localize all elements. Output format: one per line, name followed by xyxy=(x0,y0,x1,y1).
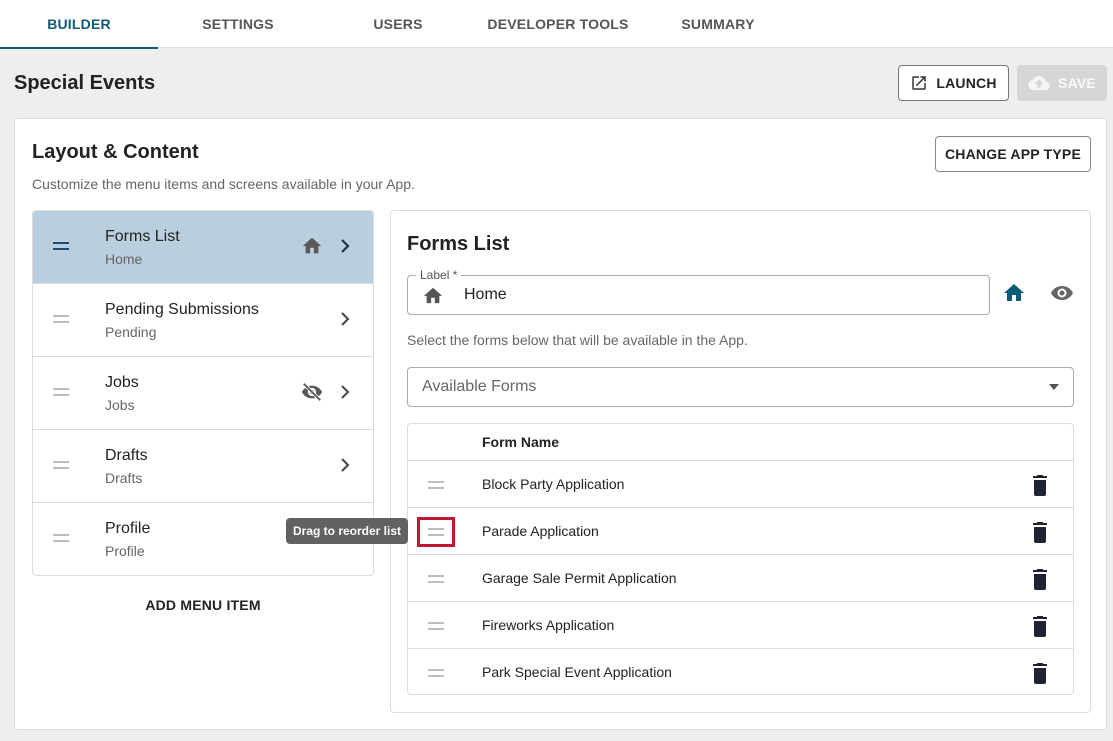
table-row: Garage Sale Permit Application xyxy=(408,555,1073,602)
available-forms-placeholder: Available Forms xyxy=(422,378,537,395)
chevron-right-icon[interactable] xyxy=(337,455,353,475)
table-row: Block Party Application xyxy=(408,461,1073,508)
drag-reorder-tooltip: Drag to reorder list xyxy=(286,518,408,544)
label-field-legend: Label * xyxy=(416,268,462,282)
drag-handle-icon[interactable] xyxy=(53,388,69,396)
trash-icon[interactable] xyxy=(1031,568,1049,590)
forms-table: Form Name Block Party Application Parade… xyxy=(407,423,1074,695)
save-button[interactable]: SAVE xyxy=(1017,65,1107,101)
launch-button[interactable]: LAUNCH xyxy=(898,65,1009,101)
trash-icon[interactable] xyxy=(1031,521,1049,543)
home-icon xyxy=(423,287,443,304)
table-row: Parade Application xyxy=(408,508,1073,555)
menu-item-label: Profile xyxy=(105,520,151,537)
drag-handle-icon[interactable] xyxy=(53,315,69,323)
add-menu-item-button[interactable]: ADD MENU ITEM xyxy=(32,597,374,613)
menu-item-label: Pending Submissions xyxy=(105,301,259,318)
trash-icon[interactable] xyxy=(1031,615,1049,637)
available-forms-select[interactable]: Available Forms xyxy=(407,367,1074,407)
tab-users[interactable]: USERS xyxy=(319,0,477,48)
tab-settings[interactable]: SETTINGS xyxy=(159,0,317,48)
form-name-cell: Parade Application xyxy=(482,523,599,539)
menu-item-label: Drafts xyxy=(105,447,148,464)
forms-list-detail-panel: Forms List Label * Select the forms belo… xyxy=(390,210,1091,713)
drag-handle-icon[interactable] xyxy=(53,534,69,542)
section-title: Layout & Content xyxy=(32,141,199,163)
menu-item-sublabel: Jobs xyxy=(105,397,135,413)
chevron-right-icon[interactable] xyxy=(337,309,353,329)
chevron-right-icon[interactable] xyxy=(337,236,353,256)
menu-item-label: Jobs xyxy=(105,374,139,391)
drag-handle-icon[interactable] xyxy=(428,481,444,489)
menu-item-sublabel: Profile xyxy=(105,543,145,559)
launch-label: LAUNCH xyxy=(936,75,997,91)
eye-off-icon xyxy=(301,382,323,402)
menu-item-label: Forms List xyxy=(105,228,180,245)
tab-summary[interactable]: SUMMARY xyxy=(639,0,797,48)
trash-icon[interactable] xyxy=(1031,474,1049,496)
drag-handle-icon[interactable] xyxy=(417,517,455,547)
home-icon xyxy=(302,237,322,254)
trash-icon[interactable] xyxy=(1031,662,1049,684)
menu-item-sublabel: Pending xyxy=(105,324,157,340)
table-row: Park Special Event Application xyxy=(408,649,1073,694)
layout-content-card: Layout & Content Customize the menu item… xyxy=(14,118,1107,730)
cloud-upload-icon xyxy=(1028,75,1050,91)
form-name-cell: Park Special Event Application xyxy=(482,664,672,680)
section-subtitle: Customize the menu items and screens ava… xyxy=(32,176,415,192)
tab-builder[interactable]: BUILDER xyxy=(0,0,158,49)
tab-developer-tools[interactable]: DEVELOPER TOOLS xyxy=(479,0,637,48)
drag-handle-icon[interactable] xyxy=(428,575,444,583)
menu-item-jobs[interactable]: Jobs Jobs xyxy=(33,357,373,430)
caret-down-icon xyxy=(1049,384,1059,390)
home-icon[interactable] xyxy=(1002,281,1026,305)
drag-handle-icon[interactable] xyxy=(428,669,444,677)
label-field[interactable]: Label * xyxy=(407,268,990,315)
menu-item-drafts[interactable]: Drafts Drafts xyxy=(33,430,373,503)
drag-handle-icon[interactable] xyxy=(53,242,69,250)
menu-item-forms-list[interactable]: Forms List Home xyxy=(33,211,373,284)
select-forms-hint: Select the forms below that will be avai… xyxy=(407,332,748,348)
save-label: SAVE xyxy=(1058,75,1096,91)
drag-handle-icon[interactable] xyxy=(53,461,69,469)
menu-item-sublabel: Drafts xyxy=(105,470,143,486)
menu-item-sublabel: Home xyxy=(105,251,143,267)
table-row: Fireworks Application xyxy=(408,602,1073,649)
label-input[interactable] xyxy=(464,284,964,306)
form-name-cell: Garage Sale Permit Application xyxy=(482,570,677,586)
change-app-type-button[interactable]: CHANGE APP TYPE xyxy=(935,136,1091,172)
drag-handle-icon[interactable] xyxy=(428,622,444,630)
form-name-column-header: Form Name xyxy=(482,434,560,450)
top-tab-bar: BUILDER SETTINGS USERS DEVELOPER TOOLS S… xyxy=(0,0,1113,49)
open-external-icon xyxy=(912,76,927,90)
form-name-cell: Fireworks Application xyxy=(482,617,615,633)
menu-item-pending-submissions[interactable]: Pending Submissions Pending xyxy=(33,284,373,357)
panel-title: Forms List xyxy=(407,233,510,255)
eye-icon[interactable] xyxy=(1049,281,1075,305)
table-header: Form Name xyxy=(408,424,1073,461)
page-title: Special Events xyxy=(14,72,156,94)
chevron-right-icon[interactable] xyxy=(337,382,353,402)
form-name-cell: Block Party Application xyxy=(482,476,625,492)
